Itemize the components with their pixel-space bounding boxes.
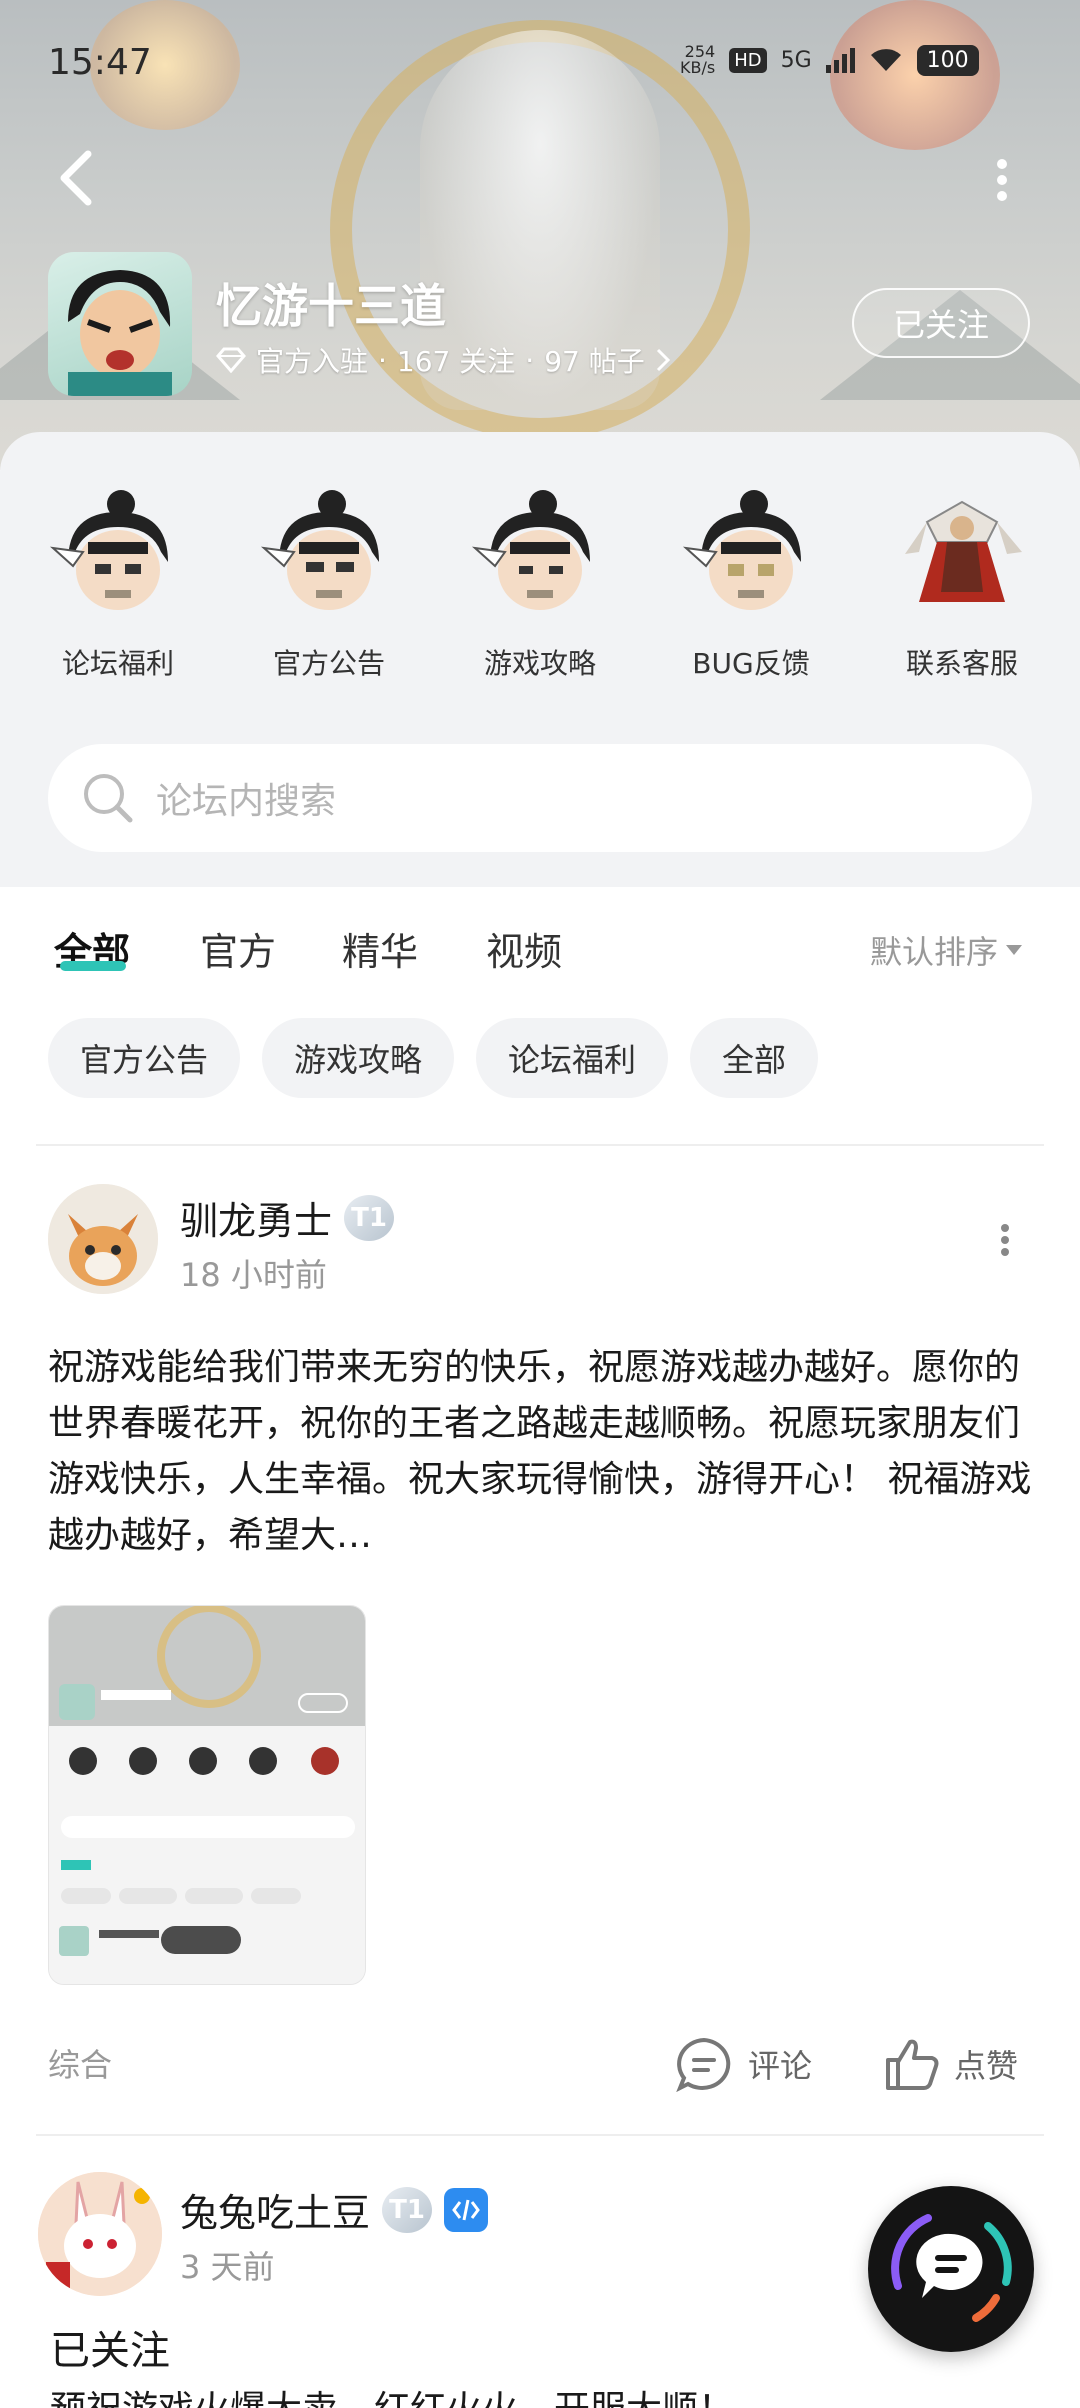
category-label: 联系客服 xyxy=(905,647,1018,680)
forum-panel: 论坛福利 官方公告 游戏攻略 BUG反馈 联系客服 论坛内搜索 xyxy=(0,432,1080,887)
rabbit-avatar-icon xyxy=(38,2172,162,2296)
category-label: BUG反馈 xyxy=(692,647,810,680)
meta-separator: · xyxy=(525,343,535,377)
tab-active-indicator xyxy=(60,961,126,971)
post-author[interactable]: 驯龙勇士 T1 xyxy=(180,1190,395,1245)
post-tabs: 全部 官方 精华 视频 默认排序 xyxy=(0,887,1080,1007)
cat-avatar-icon xyxy=(48,1184,158,1294)
comment-icon xyxy=(676,2037,731,2092)
character-icon xyxy=(682,490,801,610)
diamond-icon xyxy=(216,347,246,373)
character-icon xyxy=(260,490,379,610)
official-label: 官方入驻 xyxy=(256,345,369,378)
status-bar: 15:47 254 KB/s HD 5G 100 xyxy=(0,36,1080,92)
status-time: 15:47 xyxy=(48,42,152,83)
category-label: 游戏攻略 xyxy=(483,647,596,680)
signal-icon xyxy=(825,47,855,73)
comment-button[interactable]: 评论 xyxy=(674,2036,812,2092)
screenshot-thumbnail xyxy=(49,1606,365,1984)
category-item-forum-welfare[interactable]: 论坛福利 xyxy=(18,482,218,682)
category-label: 论坛福利 xyxy=(61,647,174,680)
caret-down-icon xyxy=(1006,945,1023,955)
forum-title: 忆游十三道 xyxy=(216,279,446,333)
hd-icon: HD xyxy=(729,47,767,73)
author-name: 兔兔吃土豆 xyxy=(180,2191,371,2235)
network-type: 5G xyxy=(780,47,812,73)
tab-official[interactable]: 官方 xyxy=(200,921,276,976)
tab-featured[interactable]: 精华 xyxy=(342,921,418,976)
sort-dropdown[interactable]: 默认排序 xyxy=(870,927,1023,973)
post-content[interactable]: 祝游戏能给我们带来无穷的快乐，祝愿游戏越办越好。愿你的世界春暖花开，祝你的王者之… xyxy=(48,1340,1032,1564)
forum-search-input[interactable]: 论坛内搜索 xyxy=(48,744,1032,852)
like-button[interactable]: 点赞 xyxy=(884,2036,1018,2092)
filter-chips: 官方公告 游戏攻略 论坛福利 全部 xyxy=(48,1018,819,1098)
more-vertical-icon xyxy=(1001,1224,1009,1256)
divider xyxy=(36,1144,1044,1146)
post-content[interactable]: 预祝游戏火爆大卖，红红火火，开服大顺！ xyxy=(50,2380,734,2408)
post-category[interactable]: 综合 xyxy=(48,2040,112,2086)
followers-count: 167 关注 xyxy=(396,345,516,378)
search-placeholder: 论坛内搜索 xyxy=(156,781,337,822)
battery-icon: 100 xyxy=(916,44,979,76)
warrior-icon xyxy=(905,500,1022,602)
forum-meta[interactable]: 官方入驻 · 167 关注 · 97 帖子 xyxy=(216,340,671,380)
net-speed-unit: KB/s xyxy=(680,58,716,77)
comment-label: 评论 xyxy=(748,2047,813,2085)
category-shortcuts: 论坛福利 官方公告 游戏攻略 BUG反馈 联系客服 xyxy=(0,482,1080,682)
forum-avatar[interactable] xyxy=(48,252,192,396)
author-name: 驯龙勇士 xyxy=(180,1199,333,1243)
category-item-official-notice[interactable]: 官方公告 xyxy=(229,482,429,682)
level-badge: T1 xyxy=(344,1194,395,1241)
net-speed: 254 KB/s xyxy=(680,44,715,76)
posts-count: 97 帖子 xyxy=(544,345,645,378)
sort-label: 默认排序 xyxy=(870,933,999,971)
chevron-left-icon xyxy=(60,150,92,206)
back-button[interactable] xyxy=(54,148,102,208)
like-label: 点赞 xyxy=(954,2047,1019,2085)
post-image[interactable] xyxy=(48,1605,366,1985)
post-author-avatar[interactable] xyxy=(38,2172,162,2296)
more-vertical-icon xyxy=(997,159,1007,201)
category-item-game-guide[interactable]: 游戏攻略 xyxy=(440,482,640,682)
chip-game-guide[interactable]: 游戏攻略 xyxy=(262,1018,455,1098)
chip-official-notice[interactable]: 官方公告 xyxy=(48,1018,241,1098)
followed-label: 已关注 xyxy=(50,2328,170,2374)
chip-all[interactable]: 全部 xyxy=(690,1018,819,1098)
post-time: 18 小时前 xyxy=(180,1256,327,1294)
search-icon xyxy=(84,774,133,823)
avatar-character-icon xyxy=(68,270,172,396)
category-item-bug-report[interactable]: BUG反馈 xyxy=(651,482,851,682)
more-button[interactable] xyxy=(982,150,1022,210)
level-badge: T1 xyxy=(382,2186,433,2233)
tab-video[interactable]: 视频 xyxy=(486,921,562,976)
developer-badge-icon xyxy=(444,2187,489,2232)
meta-separator: · xyxy=(378,343,387,377)
chat-icon xyxy=(891,2214,1012,2322)
thumbs-up-icon xyxy=(886,2039,939,2090)
post-footer: 综合 评论 点赞 xyxy=(48,2030,1032,2092)
chat-fab-button[interactable] xyxy=(868,2186,1034,2352)
chip-forum-welfare[interactable]: 论坛福利 xyxy=(476,1018,669,1098)
character-icon xyxy=(49,490,168,610)
post-time: 3 天前 xyxy=(180,2248,275,2286)
status-icons: 254 KB/s HD 5G 100 xyxy=(680,44,979,76)
post-more-button[interactable] xyxy=(995,1220,1015,1260)
category-label: 官方公告 xyxy=(272,647,385,680)
follow-button[interactable]: 已关注 xyxy=(852,288,1030,358)
chevron-right-icon xyxy=(656,348,670,372)
character-icon xyxy=(471,490,590,610)
category-item-customer-service[interactable]: 联系客服 xyxy=(862,482,1062,682)
post-author[interactable]: 兔兔吃土豆 T1 xyxy=(180,2182,489,2237)
divider xyxy=(36,2134,1044,2136)
post-author-avatar[interactable] xyxy=(48,1184,158,1294)
wifi-icon xyxy=(870,49,901,71)
